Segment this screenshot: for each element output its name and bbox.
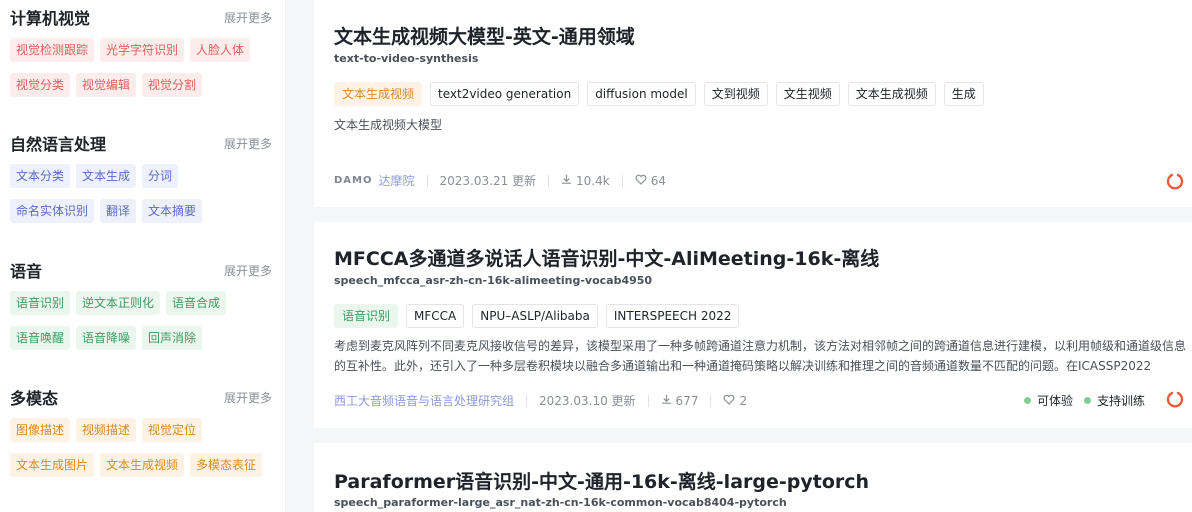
- category-tag[interactable]: 语音唤醒: [10, 326, 71, 350]
- feature-try-online: 可体验: [1024, 392, 1073, 409]
- section-title: 语音: [10, 262, 43, 281]
- model-tag[interactable]: 文生视频: [775, 82, 840, 106]
- model-meta: DAMO 达摩院 2023.03.21 更新 10.4k 64: [334, 172, 666, 189]
- feature-label: 支持训练: [1097, 394, 1146, 408]
- model-card[interactable]: MFCCA多通道多说话人语音识别-中文-AliMeeting-16k-离线 sp…: [314, 222, 1192, 428]
- org-link[interactable]: 西工大音频语音与语言处理研究组: [334, 392, 514, 409]
- model-tag[interactable]: NPU–ASLP/Alibaba: [472, 304, 598, 328]
- divider: [526, 394, 528, 407]
- heart-icon[interactable]: [635, 174, 647, 188]
- section-speech: 语音 展开更多 语音识别 逆文本正则化 语音合成 语音唤醒 语音降噪 回声消除: [10, 259, 272, 350]
- category-sidebar: 计算机视觉 展开更多 视觉检测跟踪 光学字符识别 人脸人体 视觉分类 视觉编辑 …: [0, 0, 286, 512]
- divider: [710, 394, 712, 407]
- heart-icon[interactable]: [723, 394, 735, 408]
- model-tag[interactable]: 文本生成视频: [847, 82, 936, 106]
- category-tag[interactable]: 翻译: [100, 199, 137, 223]
- category-tag[interactable]: 语音合成: [166, 291, 227, 315]
- divider: [621, 174, 623, 187]
- model-tags: 语音识别 MFCCA NPU–ASLP/Alibaba INTERSPEECH …: [334, 304, 740, 328]
- model-tag[interactable]: diffusion model: [587, 82, 696, 106]
- section-nlp: 自然语言处理 展开更多 文本分类 文本生成 分词 命名实体识别 翻译 文本摘要: [10, 132, 272, 223]
- category-tag[interactable]: 文本摘要: [142, 199, 203, 223]
- category-tag[interactable]: 回声消除: [142, 326, 203, 350]
- divider: [548, 174, 550, 187]
- section-multimodal: 多模态 展开更多 图像描述 视频描述 视觉定位 文本生成图片 文本生成视频 多模…: [10, 386, 272, 477]
- section-title: 多模态: [10, 389, 59, 408]
- category-tag[interactable]: 逆文本正则化: [76, 291, 161, 315]
- model-tag[interactable]: MFCCA: [406, 304, 465, 328]
- feature-training: 支持训练: [1084, 392, 1145, 409]
- divider: [426, 174, 428, 187]
- category-tag[interactable]: 视觉编辑: [76, 73, 137, 97]
- loading-spinner-icon: [1166, 173, 1184, 190]
- model-id: speech_paraformer-large_asr_nat-zh-cn-16…: [334, 496, 787, 509]
- model-card[interactable]: Paraformer语音识别-中文-通用-16k-离线-large-pytorc…: [314, 443, 1192, 512]
- model-meta: 西工大音频语音与语言处理研究组 2023.03.10 更新 677 2: [334, 392, 747, 409]
- expand-more-link[interactable]: 展开更多: [224, 135, 272, 152]
- model-title[interactable]: 文本生成视频大模型-英文-通用领域: [334, 22, 635, 49]
- category-tag[interactable]: 文本分类: [10, 164, 71, 188]
- section-title: 计算机视觉: [10, 9, 91, 28]
- model-tag[interactable]: text2video generation: [430, 82, 580, 106]
- model-description: 文本生成视频大模型: [334, 118, 443, 132]
- model-card[interactable]: 文本生成视频大模型-英文-通用领域 text-to-video-synthesi…: [314, 0, 1192, 207]
- feature-label: 可体验: [1037, 394, 1074, 408]
- model-id: text-to-video-synthesis: [334, 52, 479, 65]
- status-dot: [1024, 397, 1031, 404]
- model-description: 考虑到麦克风阵列不同麦克风接收信号的差异，该模型采用了一种多帧跨通道注意力机制，…: [334, 339, 1187, 373]
- loading-spinner-icon: [1166, 391, 1184, 408]
- divider: [647, 394, 649, 407]
- category-tag[interactable]: 文本生成: [76, 164, 137, 188]
- model-tag[interactable]: 语音识别: [334, 304, 399, 328]
- status-dot: [1084, 397, 1091, 404]
- category-tag[interactable]: 视觉定位: [142, 418, 203, 442]
- category-tag[interactable]: 多模态表征: [190, 453, 263, 477]
- expand-more-link[interactable]: 展开更多: [224, 389, 272, 406]
- model-title[interactable]: Paraformer语音识别-中文-通用-16k-离线-large-pytorc…: [334, 467, 869, 494]
- section-title: 自然语言处理: [10, 135, 107, 154]
- model-tag[interactable]: 文本生成视频: [334, 82, 423, 106]
- category-tag[interactable]: 人脸人体: [190, 38, 251, 62]
- category-tag[interactable]: 光学字符识别: [100, 38, 185, 62]
- model-tags: 文本生成视频 text2video generation diffusion m…: [334, 82, 984, 106]
- model-tag[interactable]: 文到视频: [703, 82, 768, 106]
- category-tag[interactable]: 图像描述: [10, 418, 71, 442]
- download-count: 10.4k: [576, 173, 610, 188]
- category-tag[interactable]: 文本生成图片: [10, 453, 95, 477]
- category-tag[interactable]: 视觉分类: [10, 73, 71, 97]
- category-tag[interactable]: 视频描述: [76, 418, 137, 442]
- expand-more-link[interactable]: 展开更多: [224, 9, 272, 26]
- download-count: 677: [675, 393, 699, 408]
- category-tag[interactable]: 文本生成视频: [100, 453, 185, 477]
- category-tag[interactable]: 语音识别: [10, 291, 71, 315]
- model-tag[interactable]: 生成: [943, 82, 984, 106]
- download-icon: [561, 174, 572, 188]
- model-title[interactable]: MFCCA多通道多说话人语音识别-中文-AliMeeting-16k-离线: [334, 244, 879, 271]
- org-link[interactable]: 达摩院: [379, 172, 415, 189]
- section-computer-vision: 计算机视觉 展开更多 视觉检测跟踪 光学字符识别 人脸人体 视觉分类 视觉编辑 …: [10, 6, 272, 97]
- category-tag[interactable]: 视觉分割: [142, 73, 203, 97]
- expand-more-link[interactable]: 展开更多: [224, 262, 272, 279]
- download-icon: [661, 394, 672, 408]
- category-tag[interactable]: 视觉检测跟踪: [10, 38, 95, 62]
- category-tag[interactable]: 分词: [142, 164, 179, 188]
- model-id: speech_mfcca_asr-zh-cn-16k-alimeeting-vo…: [334, 274, 653, 287]
- like-count: 64: [650, 173, 666, 188]
- update-date: 2023.03.10 更新: [539, 394, 636, 408]
- update-date: 2023.03.21 更新: [439, 174, 537, 188]
- category-tag[interactable]: 语音降噪: [76, 326, 137, 350]
- damo-logo: DAMO: [334, 175, 373, 186]
- category-tag[interactable]: 命名实体识别: [10, 199, 95, 223]
- like-count: 2: [739, 393, 748, 408]
- model-tag[interactable]: INTERSPEECH 2022: [605, 304, 740, 328]
